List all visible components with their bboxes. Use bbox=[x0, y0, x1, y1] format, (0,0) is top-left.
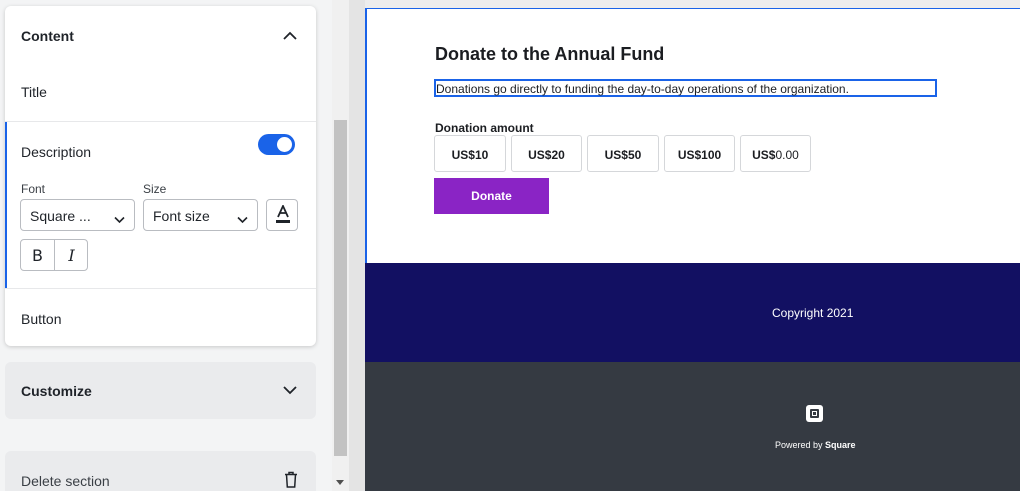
customize-section[interactable]: Customize bbox=[5, 362, 316, 419]
text-color-button[interactable] bbox=[266, 199, 298, 231]
amount-value: 0.00 bbox=[775, 148, 799, 162]
font-select[interactable]: Square ... bbox=[20, 199, 135, 231]
preview-gutter bbox=[349, 0, 365, 491]
font-size-select-value: Font size bbox=[153, 208, 210, 224]
amount-currency: US$ bbox=[752, 148, 776, 162]
amount-value: 10 bbox=[474, 148, 489, 162]
scrollbar-thumb[interactable] bbox=[334, 120, 347, 456]
description-visibility-toggle[interactable] bbox=[258, 134, 295, 155]
font-select-value: Square ... bbox=[30, 208, 91, 224]
editor-panel: Content Title Description Font Size Squa… bbox=[0, 0, 332, 491]
footer-copyright-band bbox=[365, 263, 1020, 362]
amount-value: 100 bbox=[701, 148, 722, 162]
delete-section-label: Delete section bbox=[21, 473, 110, 489]
donation-heading[interactable]: Donate to the Annual Fund bbox=[435, 44, 664, 65]
content-section-header[interactable]: Content bbox=[5, 6, 316, 64]
content-item-button-label: Button bbox=[21, 311, 62, 327]
text-color-icon bbox=[275, 203, 291, 230]
toggle-knob bbox=[277, 137, 292, 152]
square-logo-dot bbox=[813, 412, 816, 415]
content-item-title[interactable]: Title bbox=[5, 64, 316, 121]
italic-icon: I bbox=[68, 246, 75, 265]
scroll-down-arrow-icon[interactable] bbox=[336, 480, 344, 485]
divider bbox=[5, 121, 316, 122]
bold-button[interactable]: B bbox=[21, 240, 54, 270]
powered-by-prefix: Powered by bbox=[775, 440, 826, 450]
amount-currency: US$ bbox=[451, 148, 475, 162]
donate-button-label: Donate bbox=[471, 189, 512, 203]
content-item-title-label: Title bbox=[21, 84, 47, 100]
amount-currency: US$ bbox=[604, 148, 628, 162]
amount-value: 50 bbox=[627, 148, 642, 162]
amount-button-100[interactable]: US$100 bbox=[664, 135, 735, 172]
content-item-button[interactable]: Button bbox=[5, 289, 316, 346]
square-logo-icon bbox=[806, 405, 823, 422]
chevron-up-icon[interactable] bbox=[282, 28, 298, 44]
amount-label: US$0.00 bbox=[741, 148, 810, 162]
amount-currency: US$ bbox=[528, 148, 552, 162]
chevron-down-icon bbox=[237, 211, 248, 229]
content-section-title: Content bbox=[21, 28, 74, 44]
italic-button[interactable]: I bbox=[55, 240, 88, 270]
font-label: Font bbox=[21, 182, 46, 196]
donation-description-editor[interactable]: Donations go directly to funding the day… bbox=[434, 79, 937, 97]
amount-label: US$20 bbox=[512, 148, 581, 162]
chevron-down-icon bbox=[282, 382, 298, 398]
donation-amount-label: Donation amount bbox=[435, 121, 534, 135]
amount-label: US$10 bbox=[435, 148, 505, 162]
chevron-down-icon bbox=[114, 211, 125, 229]
powered-by-square[interactable]: Powered by Square bbox=[775, 440, 856, 450]
size-label: Size bbox=[143, 182, 167, 196]
amount-custom-input[interactable]: US$0.00 bbox=[740, 135, 811, 172]
copyright-text: Copyright 2021 bbox=[772, 306, 854, 320]
footer-powered-band bbox=[365, 362, 1020, 491]
customize-label: Customize bbox=[21, 383, 92, 399]
amount-currency: US$ bbox=[677, 148, 702, 162]
amount-label: US$100 bbox=[665, 148, 734, 162]
donate-button[interactable]: Donate bbox=[434, 178, 549, 214]
amount-button-50[interactable]: US$50 bbox=[587, 135, 659, 172]
font-size-select[interactable]: Font size bbox=[143, 199, 258, 231]
powered-by-brand: Square bbox=[825, 440, 856, 450]
text-format-group: B I bbox=[20, 239, 88, 271]
trash-icon bbox=[284, 471, 298, 491]
active-item-indicator bbox=[5, 122, 7, 288]
content-item-description-label: Description bbox=[21, 144, 92, 160]
content-section-card: Content Title Description Font Size Squa… bbox=[5, 6, 316, 346]
amount-label: US$50 bbox=[588, 148, 658, 162]
bold-icon: B bbox=[32, 246, 43, 265]
delete-section-button[interactable]: Delete section bbox=[5, 451, 316, 491]
donation-description: Donations go directly to funding the day… bbox=[436, 82, 849, 96]
amount-button-10[interactable]: US$10 bbox=[434, 135, 506, 172]
amount-button-20[interactable]: US$20 bbox=[511, 135, 582, 172]
amount-value: 20 bbox=[551, 148, 565, 162]
